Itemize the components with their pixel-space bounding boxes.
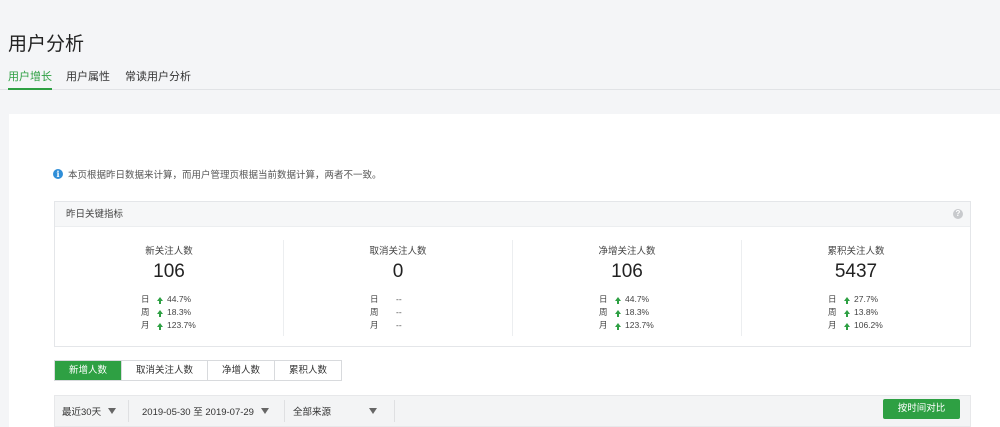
caret-down-icon (369, 408, 378, 414)
kpi-value: 106 (153, 261, 185, 282)
up-arrow-icon (844, 296, 850, 304)
info-icon: i (53, 169, 63, 179)
kpi-label: 新关注人数 (145, 246, 193, 257)
date-range-picker[interactable]: 2019-05-30 至 2019-07-29 (142, 404, 269, 418)
tab-bar: 用户增长 用户属性 常读用户分析 (0, 66, 1000, 90)
kpi-net-follows: 净增关注人数 106 日 44.7% 周 18.3% 月 123.7% (513, 240, 742, 336)
up-arrow-icon (615, 309, 621, 317)
caret-down-icon (108, 408, 117, 414)
divider (394, 400, 395, 422)
source-select[interactable]: 全部来源 (293, 404, 378, 418)
up-arrow-icon (157, 296, 163, 304)
divider (284, 400, 285, 422)
up-arrow-icon (157, 322, 163, 330)
kpi-label: 取消关注人数 (369, 246, 427, 257)
kpi-row-week: 周 18.3% (141, 307, 192, 317)
kpi-header: 昨日关键指标 ? (55, 202, 970, 227)
up-arrow-icon (157, 309, 163, 317)
page-title: 用户分析 (8, 34, 85, 55)
notice: i 本页根据昨日数据来计算，而用户管理页根据当前数据计算，两者不一致。 (53, 167, 382, 181)
metric-segmented-control: 新增人数 取消关注人数 净增人数 累积人数 (54, 360, 343, 381)
kpi-row-month: 月 123.7% (599, 320, 654, 330)
up-arrow-icon (615, 296, 621, 304)
kpi-row-week: 周 18.3% (599, 307, 650, 317)
divider (128, 400, 129, 422)
compare-by-time-button[interactable]: 按时间对比 (883, 399, 960, 419)
kpi-row-day: 日 44.7% (599, 294, 650, 304)
kpi-value: 0 (392, 261, 404, 282)
kpi-unfollows: 取消关注人数 0 日 -- 周 -- 月 -- (284, 240, 513, 336)
segment-cumulative[interactable]: 累积人数 (275, 361, 341, 380)
tab-user-attributes[interactable]: 用户属性 (66, 68, 110, 90)
tab-frequent-readers[interactable]: 常读用户分析 (125, 68, 191, 90)
kpi-label: 净增关注人数 (598, 246, 656, 257)
kpi-row-week: 周 -- (370, 307, 402, 317)
kpi-row-week: 周 13.8% (828, 307, 879, 317)
help-icon[interactable]: ? (953, 209, 963, 219)
up-arrow-icon (844, 309, 850, 317)
kpi-row-day: 日 27.7% (828, 294, 879, 304)
kpi-row-month: 月 123.7% (141, 320, 196, 330)
kpi-row-day: 日 44.7% (141, 294, 192, 304)
kpi-title: 昨日关键指标 (66, 209, 124, 220)
up-arrow-icon (844, 322, 850, 330)
segment-net-growth[interactable]: 净增人数 (208, 361, 276, 380)
segment-new-users[interactable]: 新增人数 (55, 361, 123, 380)
kpi-label: 累积关注人数 (827, 246, 885, 257)
kpi-row-month: 月 -- (370, 320, 402, 330)
kpi-new-follows: 新关注人数 106 日 44.7% 周 18.3% 月 123.7% (55, 240, 284, 336)
segment-unfollows[interactable]: 取消关注人数 (122, 361, 209, 380)
kpi-total-follows: 累积关注人数 5437 日 27.7% 周 13.8% 月 106.2% (742, 240, 970, 336)
up-arrow-icon (615, 322, 621, 330)
kpi-value: 106 (611, 261, 643, 282)
tab-user-growth[interactable]: 用户增长 (8, 68, 52, 90)
notice-text: 本页根据昨日数据来计算，而用户管理页根据当前数据计算，两者不一致。 (68, 170, 382, 181)
filter-bar: 最近30天 2019-05-30 至 2019-07-29 全部来源 按时间对比 (54, 395, 971, 427)
period-select[interactable]: 最近30天 (62, 404, 117, 418)
kpi-panel: 昨日关键指标 ? 新关注人数 106 日 44.7% 周 18.3% 月 123.7%… (54, 201, 971, 347)
kpi-row-month: 月 106.2% (828, 320, 883, 330)
kpi-row-day: 日 -- (370, 294, 402, 304)
kpi-value: 5437 (834, 261, 878, 282)
caret-down-icon (260, 408, 269, 414)
